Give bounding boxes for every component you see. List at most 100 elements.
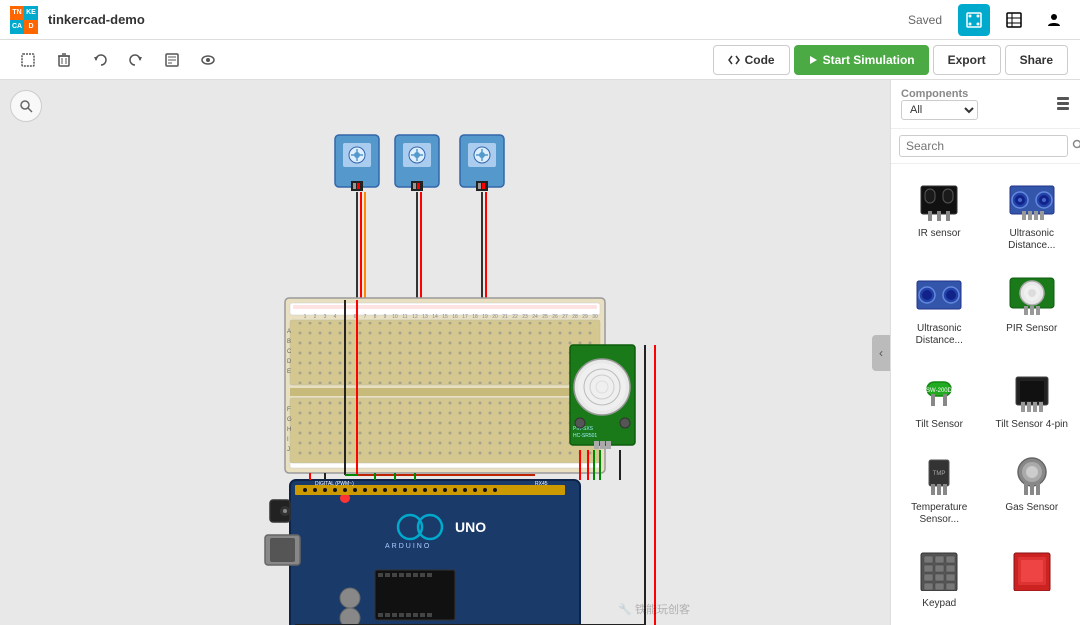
search-input[interactable] (899, 135, 1068, 157)
simulation-button[interactable]: Start Simulation (794, 45, 929, 75)
components-filter[interactable]: All Sensors Actuators Displays (901, 100, 978, 120)
note-button[interactable] (156, 44, 188, 76)
pir-sensor-image (1000, 272, 1064, 320)
select-icon (21, 53, 35, 67)
zoom-control[interactable] (10, 90, 42, 122)
svg-text:22: 22 (512, 314, 518, 320)
component-tilt4pin[interactable]: Tilt Sensor 4-pin (990, 363, 1075, 438)
svg-text:13: 13 (422, 314, 428, 320)
svg-text:8: 8 (374, 314, 377, 320)
svg-text:C: C (287, 349, 292, 355)
temp-sensor-svg: TMP (913, 455, 965, 495)
collapse-panel-button[interactable]: ‹ (872, 335, 890, 371)
svg-text:27: 27 (562, 314, 568, 320)
share-label: Share (1020, 53, 1053, 67)
tilt-sensor-svg: SW-200D (913, 372, 965, 412)
ir-sensor-image (907, 177, 971, 225)
svg-text:HC-SR501: HC-SR501 (573, 433, 597, 439)
svg-text:7: 7 (364, 314, 367, 320)
svg-text:29: 29 (582, 314, 588, 320)
tilt4pin-image (1000, 368, 1064, 416)
ultrasonic1-image (1000, 177, 1064, 225)
eye-icon (201, 53, 215, 67)
svg-text:12: 12 (412, 314, 418, 320)
search-bar (891, 129, 1080, 164)
delete-icon (57, 53, 71, 67)
svg-text:F: F (287, 407, 291, 413)
svg-text:21: 21 (502, 314, 508, 320)
undo-button[interactable] (84, 44, 116, 76)
component-red[interactable] (990, 542, 1075, 617)
svg-text:20: 20 (492, 314, 498, 320)
svg-text:SW-200D: SW-200D (926, 388, 953, 394)
svg-text:15: 15 (442, 314, 448, 320)
ultrasonic1-svg (1006, 181, 1058, 221)
component-ultrasonic1[interactable]: Ultrasonic Distance... (990, 172, 1075, 259)
header: TN KE CA D tinkercad-demo Saved (0, 0, 1080, 40)
main-area: A B C D E /* holes drawn below */ F G H … (0, 80, 1080, 625)
redo-button[interactable] (120, 44, 152, 76)
svg-text:10: 10 (392, 314, 398, 320)
logo-br: D (24, 20, 38, 34)
component-keypad[interactable]: Keypad (897, 542, 982, 617)
undo-icon (93, 53, 107, 67)
profile-button[interactable] (1038, 4, 1070, 36)
svg-text:4: 4 (334, 314, 337, 320)
keypad-svg (913, 551, 965, 591)
circuit-canvas: A B C D E /* holes drawn below */ F G H … (0, 80, 890, 625)
component-temp-sensor[interactable]: TMP Temperature Sensor... (897, 446, 982, 533)
export-button[interactable]: Export (933, 45, 1001, 75)
list-icon (1056, 96, 1070, 110)
saved-label: Saved (908, 13, 942, 27)
toolbar: Code Start Simulation Export Share (0, 40, 1080, 80)
gas-sensor-label: Gas Sensor (1005, 502, 1058, 514)
share-button[interactable]: Share (1005, 45, 1068, 75)
canvas-area[interactable]: A B C D E /* holes drawn below */ F G H … (0, 80, 890, 625)
code-icon (728, 54, 740, 66)
component-ir-sensor[interactable]: IR sensor (897, 172, 982, 259)
svg-text:26: 26 (552, 314, 558, 320)
select-tool-button[interactable] (12, 44, 44, 76)
svg-text:28: 28 (572, 314, 578, 320)
ir-sensor-svg (913, 181, 965, 221)
tilt-sensor-label: Tilt Sensor (916, 419, 963, 431)
sim-label: Start Simulation (823, 53, 915, 67)
svg-text:G: G (287, 417, 292, 423)
play-icon (808, 55, 818, 65)
note-icon (165, 53, 179, 67)
list-view-button[interactable] (1056, 96, 1070, 113)
components-subtitle: Components (901, 88, 1052, 100)
zoom-icon (19, 99, 33, 113)
red-comp-image (1000, 547, 1064, 595)
logo-bl: CA (10, 20, 24, 34)
component-tilt-sensor[interactable]: SW-200D Tilt Sensor (897, 363, 982, 438)
svg-text:RX45: RX45 (535, 481, 548, 487)
component-pir-sensor[interactable]: PIR Sensor (990, 267, 1075, 354)
svg-text:ARDUINO: ARDUINO (385, 543, 431, 550)
red-comp-svg (1006, 551, 1058, 591)
component-gas-sensor[interactable]: Gas Sensor (990, 446, 1075, 533)
svg-text:DIGITAL (PWM~): DIGITAL (PWM~) (315, 481, 354, 487)
svg-text:B: B (287, 339, 291, 345)
table-view-button[interactable] (998, 4, 1030, 36)
svg-text:J: J (287, 447, 290, 453)
temp-sensor-label: Temperature Sensor... (900, 502, 979, 526)
schematic-view-button[interactable] (958, 4, 990, 36)
svg-text:E: E (287, 369, 291, 375)
code-label: Code (745, 53, 775, 67)
svg-text:24: 24 (532, 314, 538, 320)
svg-text:17: 17 (462, 314, 468, 320)
table-icon (1006, 12, 1022, 28)
svg-text:25: 25 (542, 314, 548, 320)
component-ultrasonic2[interactable]: Ultrasonic Distance... (897, 267, 982, 354)
svg-text:D: D (287, 359, 292, 365)
svg-text:18: 18 (472, 314, 478, 320)
visibility-button[interactable] (192, 44, 224, 76)
ultrasonic2-svg (913, 276, 965, 316)
tilt4pin-svg (1006, 372, 1058, 412)
delete-button[interactable] (48, 44, 80, 76)
profile-icon (1046, 12, 1062, 28)
search-button[interactable] (1072, 139, 1080, 154)
code-button[interactable]: Code (713, 45, 790, 75)
svg-text:A: A (287, 329, 291, 335)
